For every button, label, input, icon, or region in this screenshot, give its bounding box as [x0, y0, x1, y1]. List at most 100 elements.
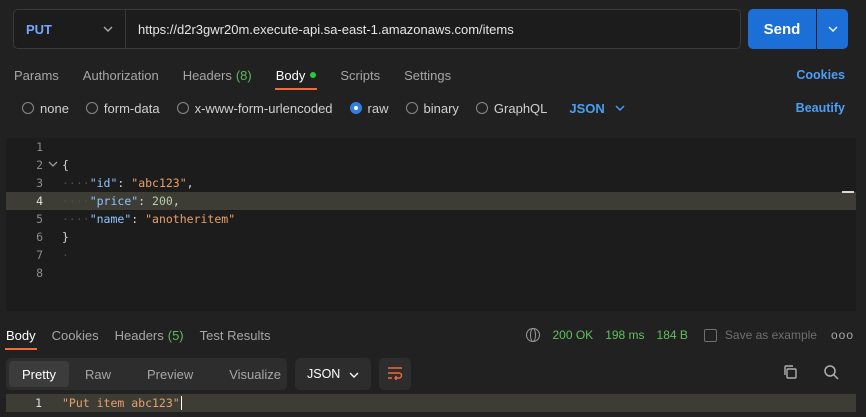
mode-binary[interactable]: binary [405, 100, 459, 116]
globe-icon[interactable] [526, 328, 541, 342]
mode-label: form-data [103, 100, 160, 116]
radio-graphql[interactable] [475, 102, 488, 114]
mode-label: binary [423, 100, 459, 116]
tab-params[interactable]: Params [14, 68, 59, 83]
request-tabs: Params Authorization Headers (8) Body Sc… [14, 64, 845, 90]
tab-body[interactable]: Body [274, 67, 318, 90]
view-preview[interactable]: Preview [134, 361, 206, 387]
save-icon [703, 328, 717, 342]
json-key: "price" [89, 194, 139, 208]
editor-line: 5 ····"name": "anotheritem" [6, 210, 856, 228]
tab-response-cookies[interactable]: Cookies [52, 328, 99, 343]
editor-line: 2 { [6, 156, 856, 174]
mode-urlencoded[interactable]: x-www-form-urlencoded [176, 100, 333, 116]
active-tab-indicator [5, 347, 37, 350]
tab-settings[interactable]: Settings [404, 68, 451, 83]
chevron-down-icon [349, 367, 359, 381]
mode-label: x-www-form-urlencoded [194, 100, 333, 116]
tab-label: Params [14, 67, 59, 83]
view-raw[interactable]: Raw [72, 361, 124, 387]
view-visualize[interactable]: Visualize [216, 361, 294, 387]
response-body-line[interactable]: 1 "Put item abc123" [6, 394, 856, 412]
fold-chevron-icon[interactable] [43, 156, 62, 174]
mode-label: GraphQL [493, 100, 548, 116]
tab-label: Cookies [51, 327, 99, 343]
line-number: 3 [36, 176, 43, 190]
body-modified-dot [310, 72, 317, 78]
copy-icon[interactable] [782, 364, 802, 384]
active-tab-indicator [274, 87, 318, 90]
mode-form-data[interactable]: form-data [85, 100, 160, 116]
json-value: "anotheritem" [145, 212, 236, 226]
line-number: 7 [36, 248, 43, 262]
editor-line: 6 } [6, 228, 856, 246]
tab-label: Headers [114, 327, 164, 343]
tab-label: Body [6, 327, 36, 343]
tab-label: Authorization [82, 67, 159, 83]
radio-form-data[interactable] [85, 102, 98, 114]
editor-line: 7 · [6, 246, 856, 264]
response-tabs: Body Cookies Headers (5) Test Results 20… [5, 325, 854, 350]
cookies-link[interactable]: Cookies [796, 68, 845, 82]
line-number: 2 [36, 158, 43, 172]
indent-guide: ···· [62, 194, 90, 208]
tab-response-body[interactable]: Body [5, 327, 37, 350]
tab-authorization[interactable]: Authorization [83, 68, 159, 83]
line-number: 6 [36, 230, 43, 244]
radio-raw[interactable] [349, 102, 362, 114]
search-icon[interactable] [823, 364, 843, 384]
line-number: 8 [36, 266, 43, 280]
tab-response-headers[interactable]: Headers (5) [115, 328, 184, 343]
request-bar: PUT https://d2r3gwr20m.execute-api.sa-ea… [13, 9, 741, 49]
raw-type-select[interactable]: JSON [569, 100, 625, 116]
status-badge[interactable]: 200 OK [552, 328, 593, 342]
tab-scripts[interactable]: Scripts [340, 68, 380, 83]
response-view-tabs: Pretty Raw Preview Visualize [6, 358, 287, 390]
more-options-icon[interactable]: ooo [831, 328, 854, 342]
tab-label: Scripts [340, 67, 381, 83]
line-number: 1 [36, 140, 43, 154]
code-text: ····"id": "abc123", [62, 176, 194, 190]
response-size[interactable]: 184 B [657, 328, 688, 342]
code-text: ····"price": 200, [62, 194, 180, 208]
send-button[interactable]: Send [748, 9, 816, 49]
raw-type-label: JSON [569, 100, 605, 116]
tab-test-results[interactable]: Test Results [200, 328, 271, 343]
mode-none[interactable]: none [22, 101, 69, 116]
line-number: 5 [36, 212, 43, 226]
mode-graphql[interactable]: GraphQL [475, 100, 548, 116]
chevron-down-icon [103, 24, 113, 35]
view-pretty[interactable]: Pretty [9, 361, 69, 387]
method-select[interactable]: PUT [14, 10, 126, 48]
tab-label: Settings [404, 67, 452, 83]
url-input[interactable]: https://d2r3gwr20m.execute-api.sa-east-1… [126, 22, 740, 37]
mode-raw[interactable]: raw [349, 101, 389, 116]
radio-none[interactable] [22, 102, 34, 114]
scrollbar-marker[interactable] [842, 191, 854, 193]
indent-guide: ···· [62, 212, 90, 226]
save-as-example-button[interactable]: Save as example [703, 328, 817, 342]
format-label: JSON [307, 367, 341, 381]
json-value: "abc123" [131, 176, 187, 190]
wrap-lines-button[interactable] [379, 358, 411, 390]
editor-line: 1 [6, 138, 856, 156]
tab-headers[interactable]: Headers (8) [183, 68, 252, 83]
response-meta: 200 OK 198 ms 184 B Save as example ooo [526, 328, 854, 342]
body-mode-selector: none form-data x-www-form-urlencoded raw… [22, 99, 845, 117]
json-value: 200 [152, 194, 173, 208]
editor-line-active: 4 ····"price": 200, [6, 192, 856, 210]
send-group: Send [748, 9, 848, 49]
tab-label: Body [275, 67, 306, 83]
headers-count-badge: (5) [167, 327, 184, 343]
response-time[interactable]: 198 ms [605, 328, 644, 342]
indent-guide: · [62, 248, 69, 262]
beautify-link[interactable]: Beautify [796, 101, 845, 115]
headers-count-badge: (8) [235, 67, 252, 83]
radio-binary[interactable] [405, 102, 418, 114]
request-body-editor[interactable]: 1 2 { 3 ····"id": "abc123", 4 ····"price… [6, 138, 856, 311]
send-dropdown-button[interactable] [817, 9, 848, 49]
response-format-select[interactable]: JSON [295, 358, 371, 390]
method-label: PUT [26, 21, 52, 37]
text-cursor [180, 396, 182, 410]
radio-urlencoded[interactable] [176, 102, 189, 114]
